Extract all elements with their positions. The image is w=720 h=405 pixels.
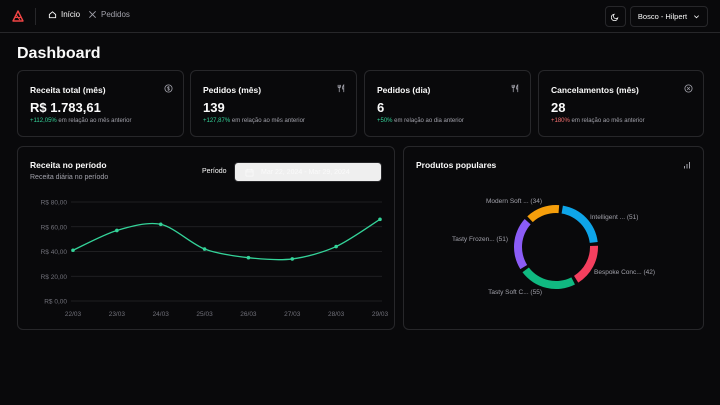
donut-label: Tasty Frozen... (51) xyxy=(452,236,508,243)
popular-products-panel: Produtos populares Intelligent ... (51) B… xyxy=(403,146,704,330)
donut-slice xyxy=(561,205,598,243)
revenue-data-point xyxy=(71,248,75,253)
card-value: 6 xyxy=(377,100,385,115)
x-tick-label: 25/03 xyxy=(196,311,213,318)
revenue-data-point xyxy=(246,255,251,260)
revenue-chart-panel: Receita no período Receita diária no per… xyxy=(17,146,395,330)
account-menu-button[interactable]: Bosco - Hilpert xyxy=(630,6,708,27)
donut-label: Bespoke Conc... (42) xyxy=(594,269,655,276)
revenue-data-point xyxy=(202,247,207,251)
revenue-data-point xyxy=(115,228,119,233)
utensils-icon xyxy=(511,84,519,93)
donut-slice xyxy=(514,219,531,270)
nav-orders-label: Pedidos xyxy=(101,10,130,19)
card-title: Pedidos (mês) xyxy=(203,85,262,95)
delta-text: em relação ao mês anterior xyxy=(230,118,305,124)
card-delta: +112,05% em relação ao mês anterior xyxy=(30,118,131,124)
utensils-icon xyxy=(337,84,345,93)
pizza-logo-icon[interactable] xyxy=(11,9,25,23)
metric-card-cancellations: Cancelamentos (mês) 28 +180% em relação … xyxy=(538,70,704,137)
utensils-crossed-icon xyxy=(89,11,96,18)
card-delta: +180% em relação ao mês anterior xyxy=(551,118,645,124)
delta-percent: +112,05% xyxy=(30,118,57,124)
donut-label: Tasty Soft C... (55) xyxy=(488,289,542,296)
x-tick-label: 29/03 xyxy=(372,311,389,318)
y-tick-label: R$ 0,00 xyxy=(44,299,67,306)
popular-products-donut: Intelligent ... (51) Bespoke Conc... (42)… xyxy=(452,198,655,296)
delta-percent: +127,87% xyxy=(203,118,231,124)
revenue-data-point xyxy=(158,222,163,227)
card-title: Cancelamentos (mês) xyxy=(551,85,639,95)
metric-card-orders-day: Pedidos (dia) 6 +50% em relação ao dia a… xyxy=(364,70,531,137)
delta-text: em relação ao mês anterior xyxy=(569,118,645,124)
nav-divider xyxy=(35,8,36,25)
nav-link-orders[interactable]: Pedidos xyxy=(88,10,130,19)
top-navigation: Início Pedidos Bosco - Hilpert xyxy=(0,0,720,33)
donut-slice xyxy=(527,205,560,223)
nav-home-label: Início xyxy=(61,10,81,19)
metric-card-revenue: Receita total (mês) R$ 1.783,61 +112,05%… xyxy=(17,70,184,137)
y-tick-label: R$ 60,00 xyxy=(41,224,68,231)
donut-slice xyxy=(574,245,598,283)
y-tick-label: R$ 40,00 xyxy=(41,249,68,256)
page-title: Dashboard xyxy=(17,45,101,62)
nav-link-home[interactable]: Início xyxy=(48,10,80,19)
card-value: 139 xyxy=(203,100,225,115)
donut-slice xyxy=(522,267,575,289)
card-delta: +50% em relação ao dia anterior xyxy=(377,118,464,124)
home-icon xyxy=(48,11,57,19)
x-tick-label: 28/03 xyxy=(328,311,345,318)
x-tick-label: 24/03 xyxy=(153,311,170,318)
donut-label: Intelligent ... (51) xyxy=(590,214,638,221)
delta-percent: +180% xyxy=(551,118,570,124)
metric-card-orders-month: Pedidos (mês) 139 +127,87% em relação ao… xyxy=(190,70,357,137)
x-tick-label: 27/03 xyxy=(284,311,301,318)
theme-toggle-button[interactable] xyxy=(605,6,626,27)
revenue-line-chart: R$ 0,00 R$ 20,00 R$ 40,00 R$ 60,00 R$ 80,00 2… xyxy=(41,200,389,319)
x-tick-label: 23/03 xyxy=(109,311,126,318)
delta-percent: +50% xyxy=(377,118,393,124)
revenue-series-line xyxy=(72,218,381,261)
delta-text: em relação ao dia anterior xyxy=(392,118,464,124)
card-delta: +127,87% em relação ao mês anterior xyxy=(203,118,305,124)
revenue-data-point xyxy=(378,217,382,222)
card-title: Receita total (mês) xyxy=(30,85,106,95)
x-tick-label: 22/03 xyxy=(65,311,82,318)
moon-icon xyxy=(611,13,619,21)
x-tick-label: 26/03 xyxy=(240,311,257,318)
donut-label: Modern Soft ... (34) xyxy=(486,198,542,205)
card-title: Pedidos (dia) xyxy=(377,85,431,95)
card-value: 28 xyxy=(551,100,566,115)
account-name: Bosco - Hilpert xyxy=(637,12,688,21)
card-value: R$ 1.783,61 xyxy=(30,100,101,115)
y-tick-label: R$ 20,00 xyxy=(41,274,68,281)
dollar-circle-icon xyxy=(164,84,173,93)
chevron-down-icon xyxy=(694,15,700,19)
delta-text: em relação ao mês anterior xyxy=(56,118,132,124)
y-tick-label: R$ 80,00 xyxy=(41,200,68,207)
x-circle-icon xyxy=(684,84,693,93)
revenue-data-point xyxy=(290,257,295,261)
revenue-data-point xyxy=(334,244,338,249)
